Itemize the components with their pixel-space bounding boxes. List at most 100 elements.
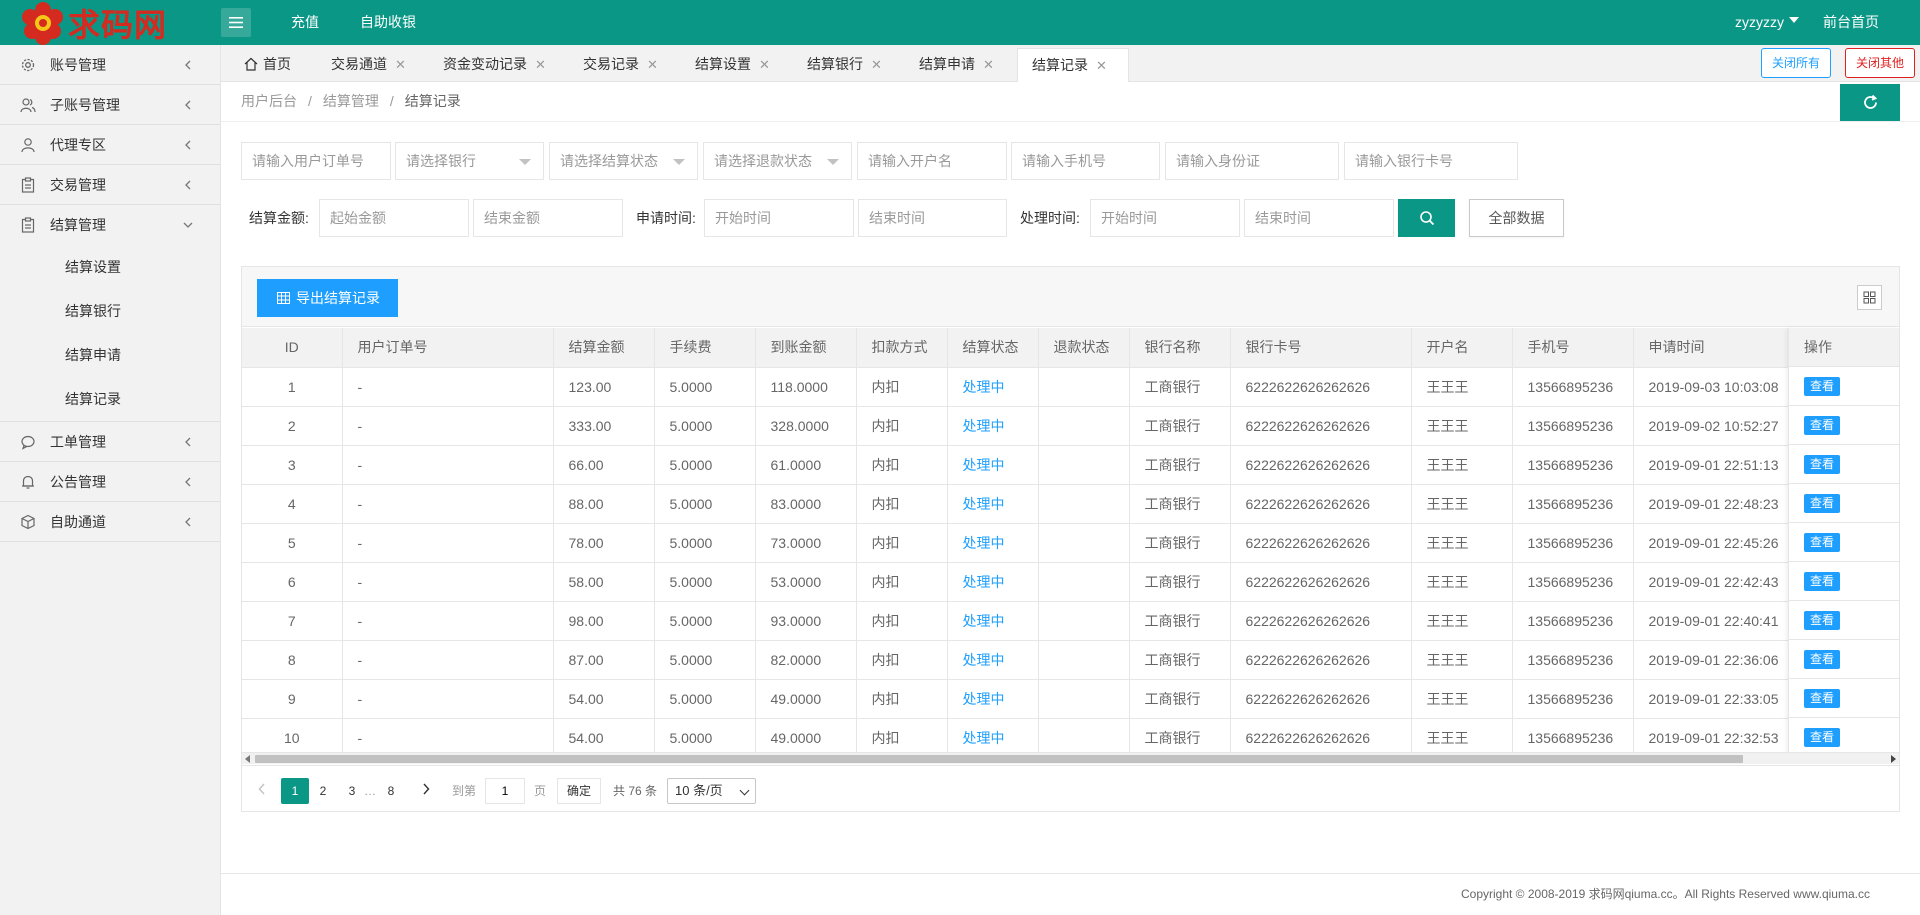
- sidebar-item-ticket[interactable]: 工单管理: [0, 422, 220, 462]
- table-cell: 2019-09-03 10:03:08: [1633, 367, 1795, 407]
- status-link[interactable]: 处理中: [947, 562, 1039, 602]
- sidebar-item-notice[interactable]: 公告管理: [0, 462, 220, 502]
- view-button[interactable]: 查看: [1804, 532, 1841, 552]
- page-button[interactable]: 2: [310, 778, 336, 804]
- table-cell: 王王王: [1411, 640, 1513, 680]
- sidebar-item-account[interactable]: 账号管理: [0, 45, 220, 85]
- close-icon[interactable]: ✕: [647, 57, 658, 72]
- nav-self-cashier[interactable]: 自助收银: [360, 0, 416, 45]
- view-button[interactable]: 查看: [1804, 649, 1841, 669]
- id-card-input[interactable]: [1165, 142, 1339, 180]
- tab-trade-channel[interactable]: 交易通道 ✕: [331, 48, 406, 82]
- close-icon[interactable]: ✕: [759, 57, 770, 72]
- tab-settle-records[interactable]: 结算记录 ✕: [1017, 48, 1129, 82]
- tab-settle-apply[interactable]: 结算申请 ✕: [919, 48, 994, 82]
- status-link[interactable]: 处理中: [947, 523, 1039, 563]
- tab-settle-bank[interactable]: 结算银行 ✕: [807, 48, 882, 82]
- amount-start-input[interactable]: [319, 199, 469, 237]
- view-button[interactable]: 查看: [1804, 688, 1841, 708]
- status-link[interactable]: 处理中: [947, 367, 1039, 407]
- sidebar-item-subaccount[interactable]: 子账号管理: [0, 85, 220, 125]
- order-no-input[interactable]: [241, 142, 391, 180]
- tab-trade-records[interactable]: 交易记录 ✕: [583, 48, 658, 82]
- table-cell: 54.00: [553, 679, 655, 719]
- status-link[interactable]: 处理中: [947, 406, 1039, 446]
- table-cell: 2019-09-01 22:48:23: [1633, 484, 1795, 524]
- export-button[interactable]: 导出结算记录: [257, 279, 398, 317]
- sidebar-item-agent[interactable]: 代理专区: [0, 125, 220, 165]
- close-all-tabs-button[interactable]: 关闭所有: [1761, 48, 1831, 78]
- sidebar-subitem-settle-bank[interactable]: 结算银行: [0, 289, 220, 333]
- bank-select[interactable]: 请选择银行: [395, 142, 544, 180]
- status-link[interactable]: 处理中: [947, 640, 1039, 680]
- view-button[interactable]: 查看: [1804, 493, 1841, 513]
- phone-input[interactable]: [1011, 142, 1160, 180]
- scroll-left-icon[interactable]: [245, 755, 250, 763]
- tab-settle-settings[interactable]: 结算设置 ✕: [695, 48, 770, 82]
- next-page-button[interactable]: [416, 778, 436, 804]
- view-button[interactable]: 查看: [1804, 727, 1841, 747]
- scrollbar-thumb[interactable]: [255, 755, 1743, 763]
- breadcrumb-item[interactable]: 结算管理: [323, 93, 379, 109]
- tab-label: 结算申请: [919, 56, 975, 72]
- sidebar-subitem-settle-settings[interactable]: 结算设置: [0, 245, 220, 289]
- tab-home[interactable]: 首页: [244, 48, 291, 82]
- menu-toggle-button[interactable]: [221, 8, 251, 37]
- close-icon[interactable]: ✕: [535, 57, 546, 72]
- view-button[interactable]: 查看: [1804, 454, 1841, 474]
- status-link[interactable]: 处理中: [947, 484, 1039, 524]
- sidebar-item-self-channel[interactable]: 自助通道: [0, 502, 220, 542]
- sidebar-item-trade[interactable]: 交易管理: [0, 165, 220, 205]
- refund-status-select[interactable]: 请选择退款状态: [703, 142, 852, 180]
- page-jump-input[interactable]: [485, 778, 525, 804]
- close-icon[interactable]: ✕: [395, 57, 406, 72]
- close-other-tabs-button[interactable]: 关闭其他: [1845, 48, 1915, 78]
- page-button[interactable]: 8: [378, 778, 404, 804]
- column-header: 结算状态: [947, 328, 1039, 368]
- close-icon[interactable]: ✕: [871, 57, 882, 72]
- status-link[interactable]: 处理中: [947, 445, 1039, 485]
- account-name-input[interactable]: [857, 142, 1007, 180]
- sidebar-submenu-settlement: 结算设置 结算银行 结算申请 结算记录: [0, 245, 220, 422]
- sidebar-subitem-settle-apply[interactable]: 结算申请: [0, 333, 220, 377]
- nav-recharge[interactable]: 充值: [291, 0, 319, 45]
- prev-page-button[interactable]: [252, 778, 272, 804]
- settle-status-select[interactable]: 请选择结算状态: [549, 142, 698, 180]
- horizontal-scrollbar[interactable]: [242, 752, 1899, 764]
- user-menu[interactable]: zyzyzzy: [1735, 0, 1799, 45]
- sidebar-subitem-settle-records[interactable]: 结算记录: [0, 377, 220, 421]
- table-cell: 6: [242, 562, 343, 602]
- breadcrumb-item[interactable]: 用户后台: [241, 93, 297, 109]
- view-button[interactable]: 查看: [1804, 376, 1841, 396]
- close-icon[interactable]: ✕: [983, 57, 994, 72]
- page-size-select[interactable]: 10 条/页: [667, 778, 756, 804]
- view-button[interactable]: 查看: [1804, 415, 1841, 435]
- view-button[interactable]: 查看: [1804, 610, 1841, 630]
- scroll-right-icon[interactable]: [1891, 755, 1896, 763]
- amount-end-input[interactable]: [473, 199, 623, 237]
- table-cell: 内扣: [856, 445, 948, 485]
- logo[interactable]: 求码网: [20, 0, 167, 45]
- sidebar-item-label: 代理专区: [50, 137, 106, 153]
- process-start-input[interactable]: [1090, 199, 1240, 237]
- bank-card-input[interactable]: [1344, 142, 1518, 180]
- front-home-link[interactable]: 前台首页: [1823, 0, 1879, 45]
- status-link[interactable]: 处理中: [947, 601, 1039, 641]
- tab-label: 结算记录: [1032, 57, 1088, 73]
- refresh-button[interactable]: [1840, 84, 1900, 121]
- page-button-current[interactable]: 1: [281, 778, 309, 804]
- close-icon[interactable]: ✕: [1096, 58, 1107, 73]
- view-button[interactable]: 查看: [1804, 571, 1841, 591]
- sidebar-item-settlement[interactable]: 结算管理: [0, 205, 220, 245]
- table-cell: 83.0000: [755, 484, 857, 524]
- column-header: 开户名: [1411, 328, 1513, 368]
- status-link[interactable]: 处理中: [947, 679, 1039, 719]
- process-end-input[interactable]: [1244, 199, 1394, 237]
- tab-fund-changes[interactable]: 资金变动记录 ✕: [443, 48, 546, 82]
- search-button[interactable]: [1398, 199, 1455, 237]
- all-data-button[interactable]: 全部数据: [1469, 199, 1564, 237]
- column-filter-button[interactable]: [1857, 285, 1882, 310]
- apply-end-input[interactable]: [858, 199, 1007, 237]
- page-jump-confirm-button[interactable]: 确定: [557, 778, 601, 804]
- apply-start-input[interactable]: [704, 199, 854, 237]
